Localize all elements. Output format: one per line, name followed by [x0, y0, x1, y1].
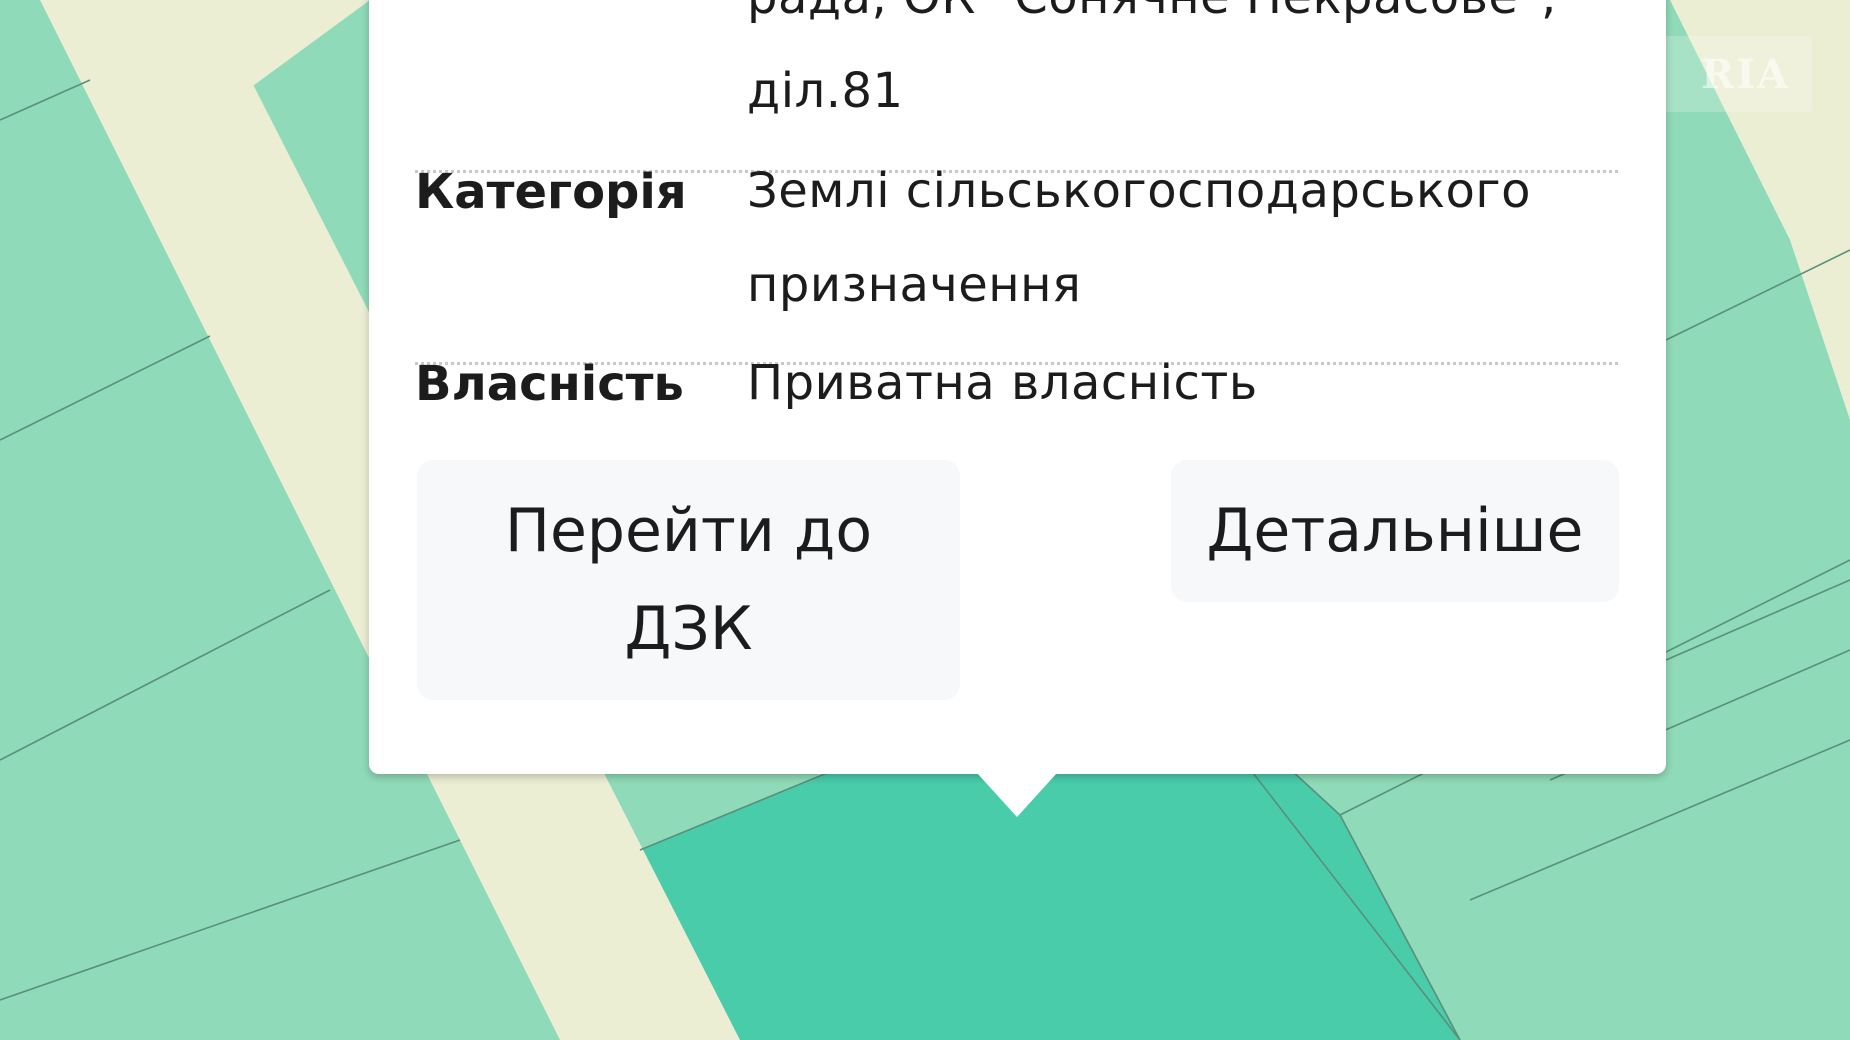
- watermark-text: RIA: [1701, 50, 1790, 98]
- parcel-info-popup: рада, ОК "Сонячне Некрасове", діл.81 Кат…: [369, 0, 1666, 817]
- category-label: Категорія: [415, 164, 687, 220]
- address-row: рада, ОК "Сонячне Некрасове", діл.81: [415, 0, 1618, 138]
- details-button[interactable]: Детальніше: [1171, 460, 1619, 602]
- ownership-value: Приватна власність: [747, 355, 1258, 411]
- category-row: Категорія Землі сільськогосподарського п…: [415, 144, 1618, 332]
- go-to-dzk-button[interactable]: Перейти до ДЗК: [417, 460, 960, 700]
- ownership-row: Власність Приватна власність: [415, 336, 1618, 432]
- map-viewport[interactable]: RIA рада, ОК "Сонячне Некрасове", діл.81…: [0, 0, 1850, 1040]
- category-value: Землі сільськогосподарського призначення: [747, 163, 1531, 313]
- popup-pointer: [977, 773, 1057, 817]
- ownership-label: Власність: [415, 356, 684, 412]
- address-value: рада, ОК "Сонячне Некрасове", діл.81: [747, 0, 1556, 119]
- address-row-label: [415, 0, 747, 138]
